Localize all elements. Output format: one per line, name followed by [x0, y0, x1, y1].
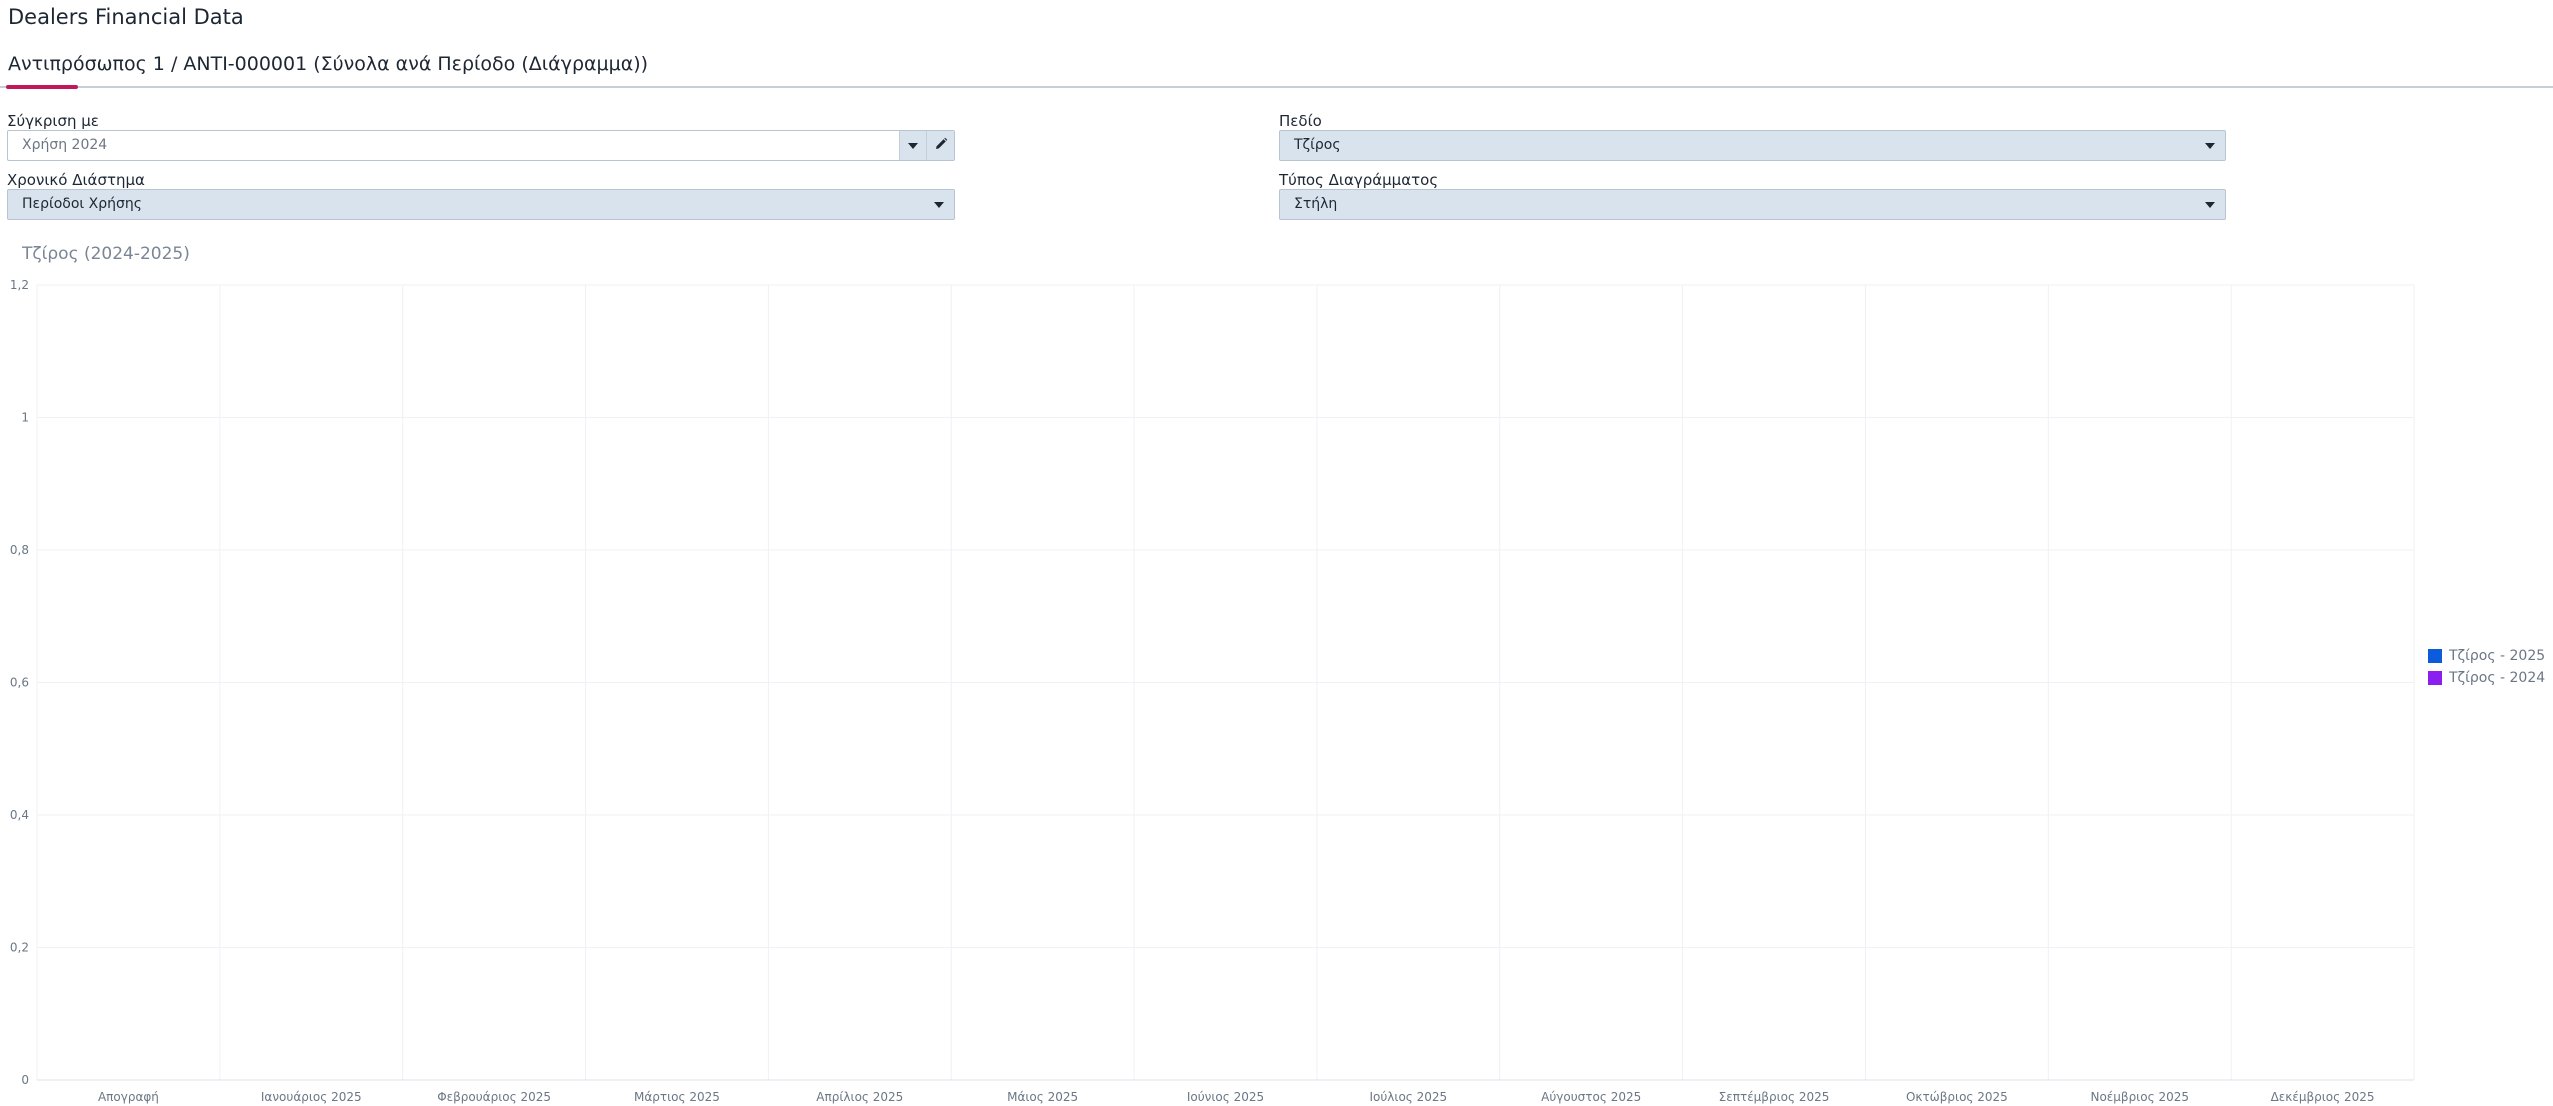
period-value: Περίοδοι Χρήσης	[22, 196, 142, 212]
chart-title: Τζίρος (2024-2025)	[22, 244, 190, 264]
y-tick-label: 0,6	[10, 676, 29, 690]
compare-edit-button[interactable]	[926, 131, 954, 160]
y-tick-label: 1	[21, 411, 29, 425]
active-tab-indicator	[6, 85, 78, 89]
x-tick-label: Απογραφή	[98, 1090, 159, 1104]
x-tick-label: Ιούνιος 2025	[1187, 1090, 1264, 1104]
tab-bar: Αντιπρόσωπος 1 / ANTI-000001 (Σύνολα ανά…	[0, 50, 2553, 92]
tab-underline	[0, 86, 2553, 88]
tab-dealer-chart[interactable]: Αντιπρόσωπος 1 / ANTI-000001 (Σύνολα ανά…	[8, 53, 648, 75]
chart-type-label: Τύπος Διαγράμματος	[1279, 171, 1439, 189]
y-tick-label: 0,4	[10, 808, 29, 822]
chevron-down-icon	[2205, 202, 2215, 208]
x-tick-label: Απρίλιος 2025	[816, 1090, 903, 1104]
legend-item-2025[interactable]: Τζίρος - 2025	[2428, 645, 2545, 667]
pencil-icon	[936, 137, 948, 149]
field-select[interactable]: Τζίρος	[1279, 130, 2226, 161]
chevron-down-icon	[908, 143, 918, 149]
x-tick-label: Μάιος 2025	[1007, 1090, 1078, 1104]
bar-chart: 0 0,2 0,4 0,6 0,8 1 1,2 Απογραφή Ιανουάριος 2025…	[10, 278, 2415, 1104]
x-tick-label: Νοέμβριος 2025	[2090, 1090, 2189, 1104]
field-value: Τζίρος	[1294, 137, 1341, 153]
x-tick-label: Ιανουάριος 2025	[261, 1090, 362, 1104]
compare-value: Χρήση 2024	[22, 137, 108, 153]
chart-legend: Τζίρος - 2025 Τζίρος - 2024	[2428, 645, 2545, 689]
chart-type-value: Στήλη	[1294, 196, 1338, 212]
app-title: Dealers Financial Data	[8, 5, 244, 29]
y-tick-label: 0,8	[10, 543, 29, 557]
x-tick-label: Δεκέμβριος 2025	[2271, 1090, 2375, 1104]
y-tick-label: 1,2	[10, 278, 29, 292]
x-tick-label: Φεβρουάριος 2025	[437, 1090, 551, 1104]
field-label: Πεδίο	[1279, 112, 1322, 130]
x-tick-label: Αύγουστος 2025	[1541, 1090, 1641, 1104]
chart-type-select[interactable]: Στήλη	[1279, 189, 2226, 220]
legend-swatch-2025	[2428, 649, 2442, 663]
x-tick-label: Σεπτέμβριος 2025	[1719, 1090, 1830, 1104]
chevron-down-icon	[2205, 143, 2215, 149]
x-tick-label: Ιούλιος 2025	[1369, 1090, 1447, 1104]
x-tick-label: Οκτώβριος 2025	[1906, 1090, 2008, 1104]
legend-label-2025: Τζίρος - 2025	[2449, 648, 2546, 664]
compare-label: Σύγκριση με	[7, 112, 99, 130]
legend-item-2024[interactable]: Τζίρος - 2024	[2428, 667, 2545, 689]
period-label: Χρονικό Διάστημα	[7, 171, 145, 189]
legend-label-2024: Τζίρος - 2024	[2449, 670, 2546, 686]
legend-swatch-2024	[2428, 671, 2442, 685]
y-tick-label: 0,2	[10, 941, 29, 955]
y-tick-label: 0	[21, 1073, 29, 1087]
compare-dropdown-button[interactable]	[899, 131, 927, 160]
compare-field[interactable]: Χρήση 2024	[7, 130, 955, 161]
period-select[interactable]: Περίοδοι Χρήσης	[7, 189, 955, 220]
x-tick-label: Μάρτιος 2025	[634, 1090, 720, 1104]
chevron-down-icon	[934, 202, 944, 208]
